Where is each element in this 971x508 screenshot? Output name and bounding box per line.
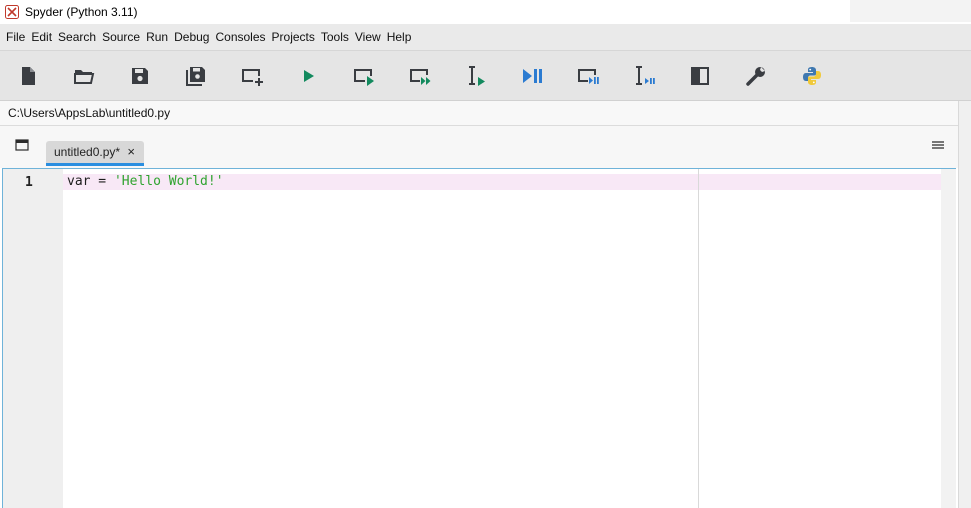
- run-cell-advance-icon: [410, 69, 431, 85]
- code-token-operator: =: [90, 174, 114, 189]
- menu-tools[interactable]: Tools: [318, 24, 352, 50]
- new-file-button[interactable]: [14, 62, 42, 90]
- menu-debug[interactable]: Debug: [171, 24, 212, 50]
- code-line[interactable]: var = 'Hello World!': [67, 174, 224, 190]
- menu-bar: File Edit Search Source Run Debug Consol…: [0, 24, 971, 50]
- debug-selection-icon: [636, 66, 655, 85]
- browse-tabs-button[interactable]: [14, 138, 30, 152]
- tab-close-icon[interactable]: ×: [127, 144, 135, 160]
- main-toolbar: [0, 50, 971, 101]
- line-number: 1: [25, 175, 33, 190]
- create-cell-button[interactable]: [238, 62, 266, 90]
- create-cell-icon: [242, 69, 263, 86]
- menu-edit[interactable]: Edit: [28, 24, 55, 50]
- editor-options-button[interactable]: [930, 138, 946, 152]
- menu-consoles[interactable]: Consoles: [212, 24, 268, 50]
- window-title: Spyder (Python 3.11): [25, 5, 138, 19]
- tab-label: untitled0.py*: [54, 145, 121, 159]
- menu-run[interactable]: Run: [143, 24, 171, 50]
- outer-scrollbar[interactable]: [958, 101, 971, 508]
- menu-search[interactable]: Search: [55, 24, 99, 50]
- title-bar: Spyder (Python 3.11): [0, 0, 971, 24]
- file-path: C:\Users\AppsLab\untitled0.py: [8, 106, 171, 120]
- code-editor[interactable]: 1 var = 'Hello World!': [2, 168, 956, 508]
- open-file-icon: [74, 70, 95, 84]
- debug-cell-icon: [578, 69, 599, 84]
- preferences-button[interactable]: [742, 62, 770, 90]
- run-selection-button[interactable]: [462, 62, 490, 90]
- hamburger-menu-icon: [932, 141, 944, 149]
- run-cell-button[interactable]: [350, 62, 378, 90]
- tab-untitled0[interactable]: untitled0.py* ×: [46, 141, 144, 166]
- run-file-button[interactable]: [294, 62, 322, 90]
- run-cell-icon: [354, 69, 374, 86]
- open-file-button[interactable]: [70, 62, 98, 90]
- save-all-icon: [186, 67, 205, 86]
- python-path-manager-button[interactable]: [798, 62, 826, 90]
- debug-file-icon: [523, 69, 542, 83]
- maximize-pane-icon: [691, 67, 709, 85]
- python-path-manager-icon: [803, 67, 821, 85]
- save-button[interactable]: [126, 62, 154, 90]
- window-controls-area: [850, 0, 971, 22]
- debug-cell-button[interactable]: [574, 62, 602, 90]
- menu-help[interactable]: Help: [384, 24, 415, 50]
- edge-line-marker: [698, 169, 699, 508]
- maximize-pane-button[interactable]: [686, 62, 714, 90]
- code-token-name: var: [67, 174, 91, 189]
- menu-view[interactable]: View: [352, 24, 384, 50]
- spyder-app-icon: [5, 5, 19, 19]
- run-selection-icon: [469, 66, 485, 86]
- code-token-string: 'Hello World!': [113, 174, 224, 189]
- menu-file[interactable]: File: [3, 24, 28, 50]
- file-path-bar: C:\Users\AppsLab\untitled0.py: [0, 101, 958, 126]
- debug-file-button[interactable]: [518, 62, 546, 90]
- new-file-icon: [22, 67, 35, 85]
- run-file-icon: [304, 70, 314, 82]
- line-number-gutter: 1: [3, 169, 63, 508]
- menu-source[interactable]: Source: [99, 24, 143, 50]
- save-all-button[interactable]: [182, 62, 210, 90]
- save-icon: [132, 68, 148, 84]
- run-cell-advance-button[interactable]: [406, 62, 434, 90]
- preferences-wrench-icon: [746, 67, 765, 86]
- menu-projects[interactable]: Projects: [269, 24, 318, 50]
- browse-tabs-icon: [15, 139, 29, 151]
- editor-scrollbar[interactable]: [941, 169, 956, 508]
- debug-selection-button[interactable]: [630, 62, 658, 90]
